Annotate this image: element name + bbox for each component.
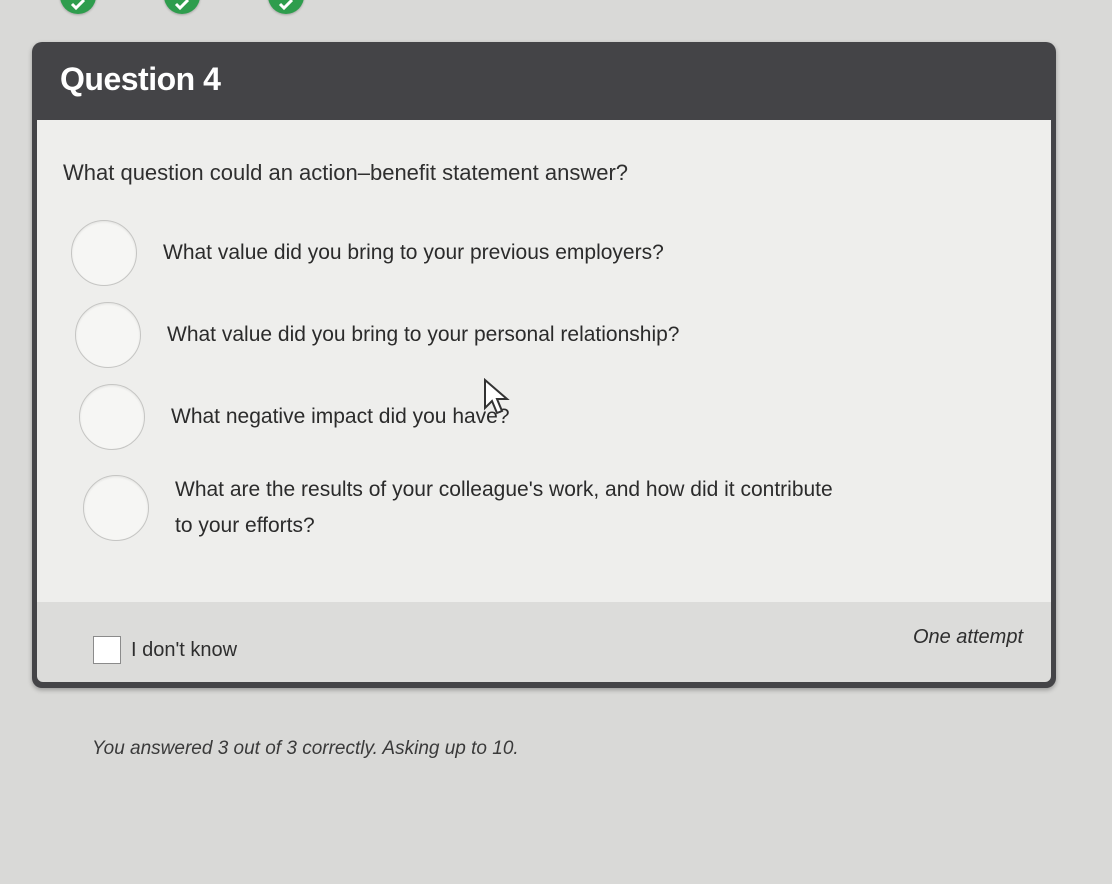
checkmark-icon <box>174 0 190 10</box>
dont-know-label: I don't know <box>131 638 238 661</box>
dont-know-checkbox[interactable] <box>93 636 121 664</box>
answer-option-4[interactable]: What are the results of your colleague's… <box>83 472 835 544</box>
radio-button[interactable] <box>79 384 145 450</box>
question-prompt: What question could an action–benefit st… <box>63 160 629 185</box>
answer-option-1[interactable]: What value did you bring to your previou… <box>71 220 664 286</box>
answer-option-label: What value did you bring to your persona… <box>167 323 680 346</box>
mouse-cursor-icon <box>484 378 510 415</box>
score-summary: You answered 3 out of 3 correctly. Askin… <box>92 738 519 759</box>
radio-button[interactable] <box>75 302 141 368</box>
attempt-info: One attempt <box>912 626 1023 648</box>
checkmark-icon <box>70 0 86 10</box>
progress-step-2 <box>164 0 200 14</box>
answer-option-2[interactable]: What value did you bring to your persona… <box>75 302 679 368</box>
answer-option-label: What are the results of your colleague's… <box>175 478 833 537</box>
dont-know-option[interactable]: I don't know <box>93 636 237 664</box>
radio-button[interactable] <box>71 220 137 286</box>
question-card: Question 4 What question could an action… <box>32 42 1056 688</box>
answer-option-label: What value did you bring to your previou… <box>163 241 664 264</box>
answer-option-label: What negative impact did you have? <box>171 405 510 428</box>
progress-indicator <box>60 0 304 14</box>
answer-option-3[interactable]: What negative impact did you have? <box>79 384 510 450</box>
question-body: What question could an action–benefit st… <box>37 120 1051 602</box>
radio-button[interactable] <box>83 475 149 541</box>
checkmark-icon <box>278 0 294 10</box>
question-footer: I don't know One attempt <box>37 602 1051 682</box>
progress-step-3 <box>268 0 304 14</box>
question-title: Question 4 <box>60 60 221 97</box>
progress-step-1 <box>60 0 96 14</box>
